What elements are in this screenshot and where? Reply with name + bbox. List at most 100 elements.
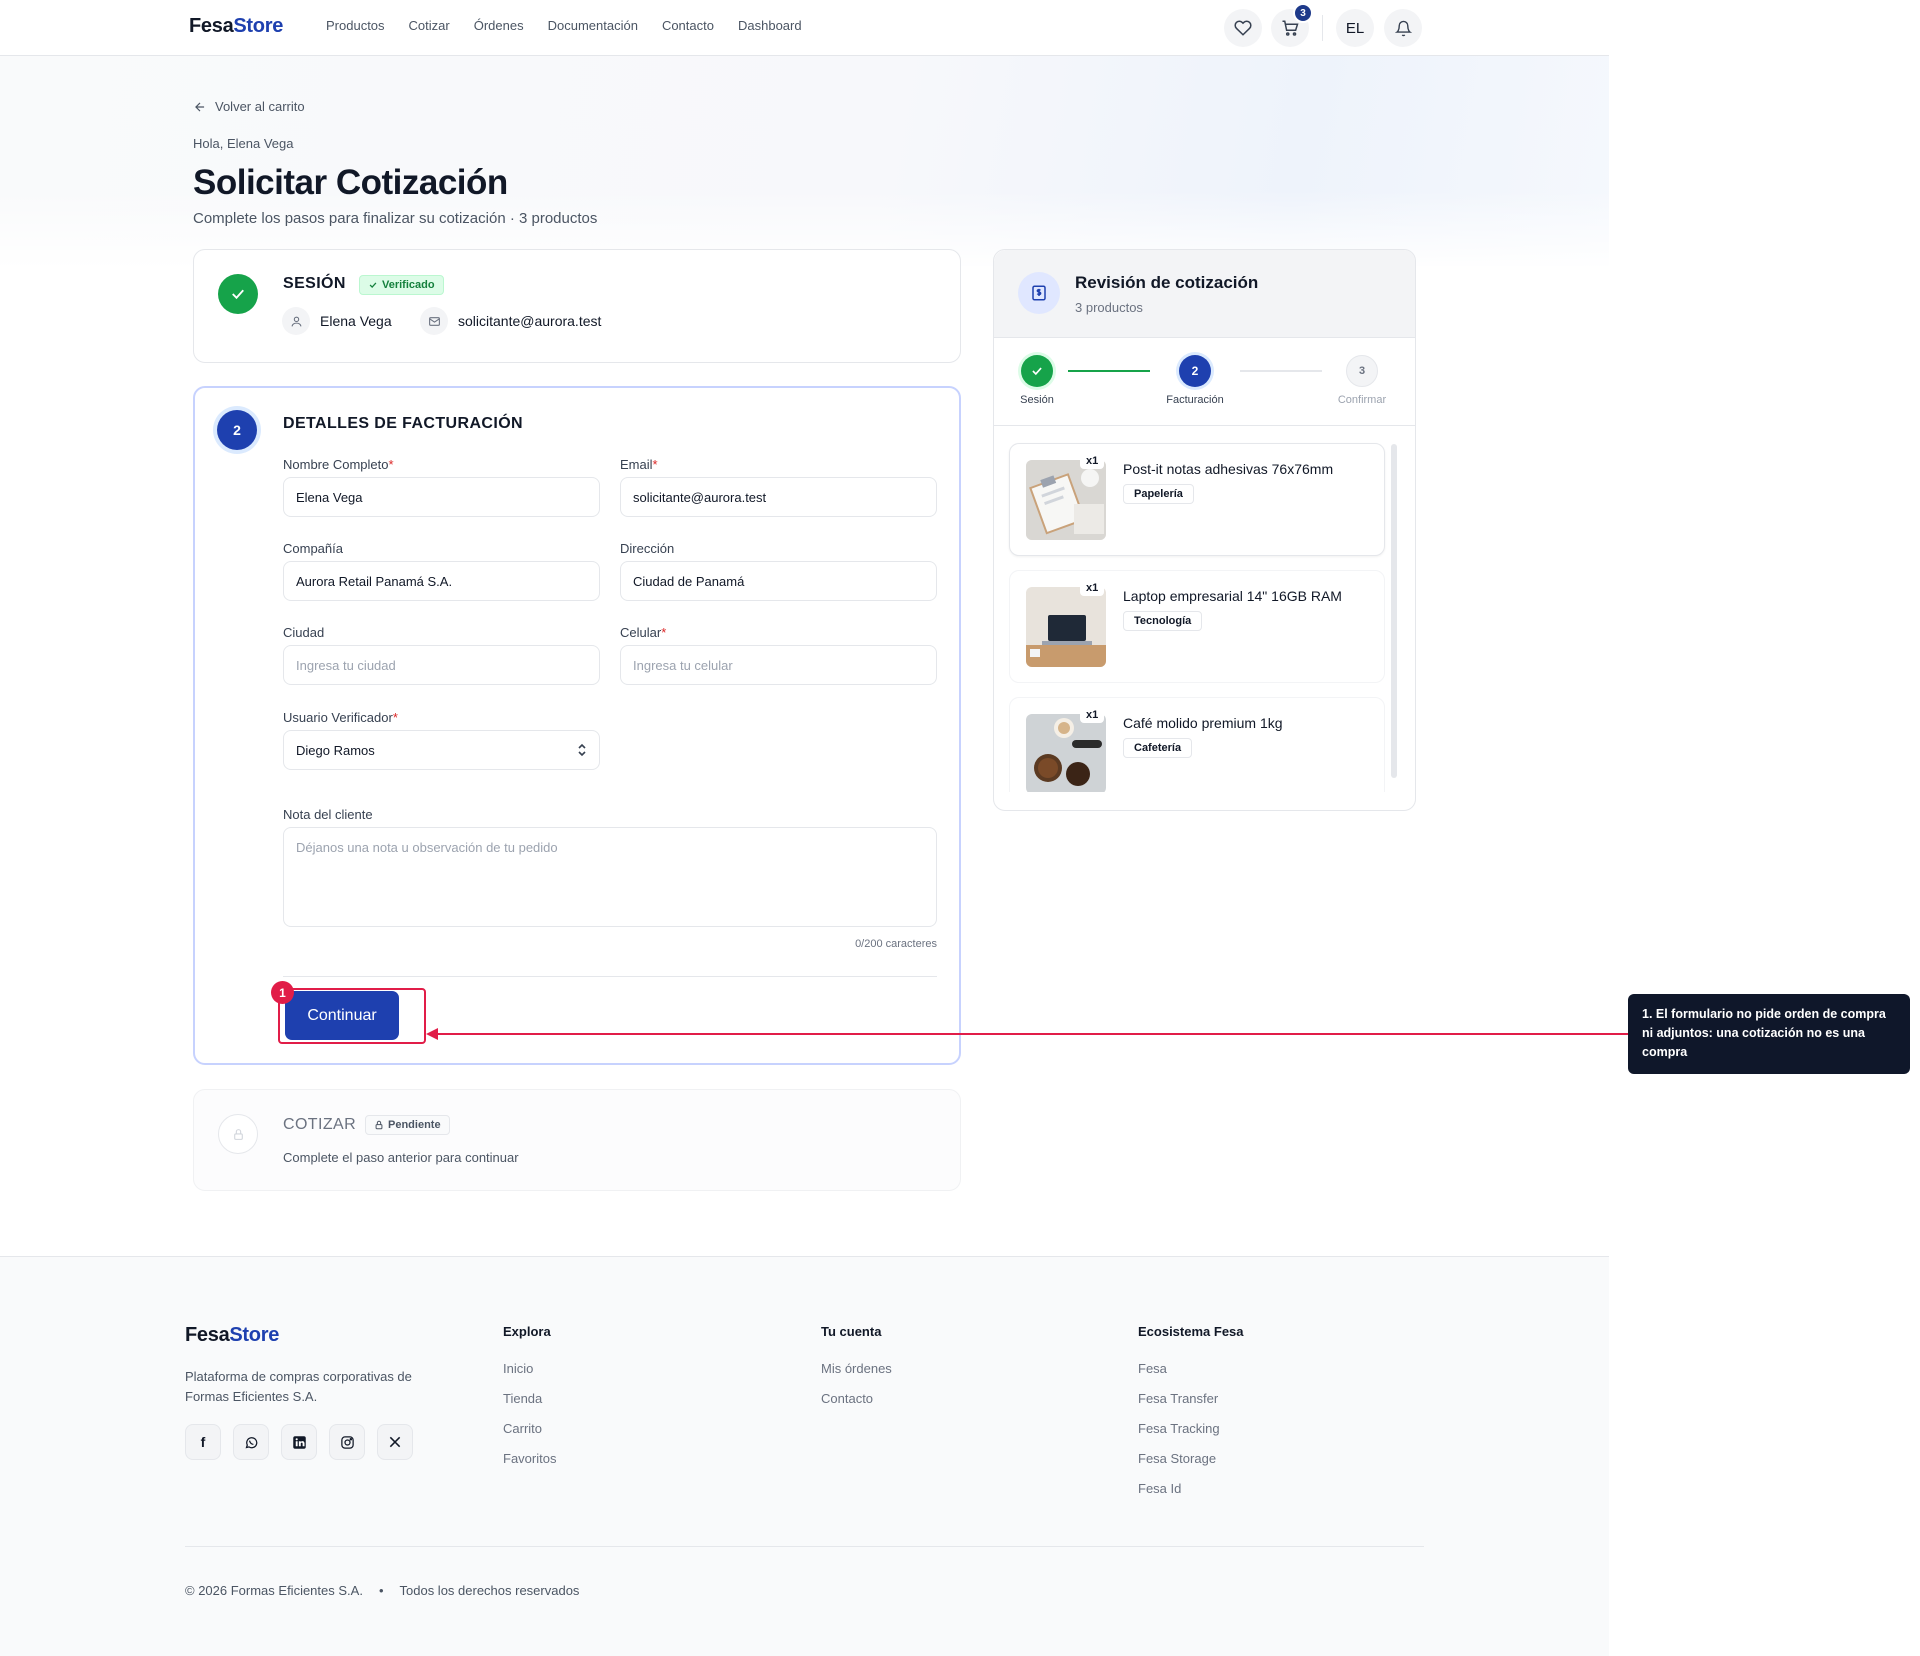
footer-link-favoritos[interactable]: Favoritos bbox=[503, 1451, 556, 1466]
footer-col-explora-title: Explora bbox=[503, 1324, 551, 1339]
check-icon bbox=[232, 289, 244, 300]
footer-link-carrito[interactable]: Carrito bbox=[503, 1421, 542, 1436]
mail-icon bbox=[420, 307, 448, 335]
step-complete-indicator bbox=[218, 274, 258, 314]
instagram-icon[interactable] bbox=[329, 1424, 365, 1460]
company-label: Compañía bbox=[283, 541, 343, 556]
product-item: x1 Café molido premium 1kg Cafetería bbox=[1009, 697, 1385, 792]
annotation-marker: 1 bbox=[271, 981, 294, 1004]
verified-badge: Verificado bbox=[359, 275, 444, 295]
footer-link-fesa-id[interactable]: Fesa Id bbox=[1138, 1481, 1181, 1496]
footer-link-fesa-tracking[interactable]: Fesa Tracking bbox=[1138, 1421, 1220, 1436]
name-label: Nombre Completo* bbox=[283, 457, 394, 472]
nav-contacto[interactable]: Contacto bbox=[662, 18, 714, 33]
stepper-step-3: 3 bbox=[1346, 355, 1378, 387]
product-item: x1 Laptop empresarial 14" 16GB RAM Tecno… bbox=[1009, 570, 1385, 683]
session-user: Elena Vega bbox=[282, 307, 392, 335]
footer-link-inicio[interactable]: Inicio bbox=[503, 1361, 533, 1376]
page-title: Solicitar Cotización bbox=[193, 163, 508, 202]
lock-icon bbox=[233, 1128, 243, 1140]
billing-title: DETALLES DE FACTURACIÓN bbox=[283, 415, 524, 432]
phone-input[interactable] bbox=[620, 645, 937, 685]
product-name: Café molido premium 1kg bbox=[1123, 715, 1283, 731]
city-input[interactable] bbox=[283, 645, 600, 685]
review-title: Revisión de cotización bbox=[1075, 273, 1259, 292]
product-image-coffee bbox=[1026, 714, 1106, 792]
footer-divider bbox=[185, 1546, 1424, 1547]
review-subtitle: 3 productos bbox=[1075, 300, 1143, 315]
nav-productos[interactable]: Productos bbox=[326, 18, 385, 33]
greeting: Hola, Elena Vega bbox=[193, 136, 294, 151]
footer-link-contacto[interactable]: Contacto bbox=[821, 1391, 873, 1406]
stepper-label-1: Sesión bbox=[1020, 394, 1054, 406]
customer-note-textarea[interactable] bbox=[283, 827, 937, 927]
logo[interactable]: FesaStore bbox=[189, 15, 283, 38]
product-list[interactable]: x1 Post-it notas adhesivas 76x76mm Papel… bbox=[994, 426, 1415, 792]
top-navbar: FesaStore Productos Cotizar Órdenes Docu… bbox=[0, 0, 1609, 56]
footer-link-fesa[interactable]: Fesa bbox=[1138, 1361, 1167, 1376]
city-label: Ciudad bbox=[283, 625, 325, 640]
company-input[interactable] bbox=[283, 561, 600, 601]
avatar[interactable]: EL bbox=[1336, 9, 1374, 47]
chevron-updown-icon bbox=[578, 743, 586, 757]
annotation-connector bbox=[436, 1033, 1628, 1035]
heart-icon bbox=[1234, 20, 1252, 36]
footer-link-fesa-transfer[interactable]: Fesa Transfer bbox=[1138, 1391, 1218, 1406]
session-email: solicitante@aurora.test bbox=[420, 307, 601, 335]
product-image-laptop bbox=[1026, 587, 1106, 667]
nav-ordenes[interactable]: Órdenes bbox=[474, 18, 524, 33]
note-char-counter: 0/200 caracteres bbox=[855, 938, 937, 950]
email-input[interactable] bbox=[620, 477, 937, 517]
quote-description: Complete el paso anterior para continuar bbox=[283, 1150, 519, 1165]
page-subtitle: Complete los pasos para finalizar su cot… bbox=[193, 210, 598, 227]
bell-icon bbox=[1394, 20, 1412, 36]
nav-documentacion[interactable]: Documentación bbox=[548, 18, 638, 33]
back-to-cart-link[interactable]: Volver al carrito bbox=[193, 99, 305, 114]
address-label: Dirección bbox=[620, 541, 675, 556]
product-list-scrollbar[interactable] bbox=[1391, 444, 1397, 778]
nav-cotizar[interactable]: Cotizar bbox=[409, 18, 450, 33]
favorites-button[interactable] bbox=[1224, 9, 1262, 47]
main-nav: Productos Cotizar Órdenes Documentación … bbox=[326, 18, 802, 33]
linkedin-icon[interactable] bbox=[281, 1424, 317, 1460]
footer-link-tienda[interactable]: Tienda bbox=[503, 1391, 542, 1406]
whatsapp-icon[interactable] bbox=[233, 1424, 269, 1460]
quote-title: COTIZAR bbox=[283, 1116, 357, 1133]
pending-badge: Pendiente bbox=[365, 1115, 450, 1135]
address-input[interactable] bbox=[620, 561, 937, 601]
facebook-icon[interactable]: f bbox=[185, 1424, 221, 1460]
annotation-arrowhead-icon bbox=[426, 1028, 438, 1040]
verifier-select[interactable]: Diego Ramos bbox=[283, 730, 600, 770]
footer-logo[interactable]: FesaStore bbox=[185, 1324, 279, 1347]
footer-col-cuenta-title: Tu cuenta bbox=[821, 1324, 882, 1339]
billing-card: 2 DETALLES DE FACTURACIÓN Nombre Complet… bbox=[193, 386, 961, 1065]
stepper-step-2: 2 bbox=[1179, 355, 1211, 387]
phone-label: Celular* bbox=[620, 625, 667, 640]
page: FesaStore Productos Cotizar Órdenes Docu… bbox=[0, 0, 1609, 1656]
full-name-input[interactable] bbox=[283, 477, 600, 517]
notifications-button[interactable] bbox=[1384, 9, 1422, 47]
note-label: Nota del cliente bbox=[283, 807, 373, 822]
category-tag: Papelería bbox=[1123, 484, 1194, 504]
footer-link-fesa-storage[interactable]: Fesa Storage bbox=[1138, 1451, 1216, 1466]
annotation-highlight-box bbox=[278, 988, 426, 1044]
lock-icon bbox=[375, 1120, 383, 1130]
cart-button[interactable]: 3 bbox=[1271, 3, 1313, 47]
stepper-label-2: Facturación bbox=[1166, 394, 1224, 406]
quantity-badge: x1 bbox=[1080, 580, 1105, 596]
quantity-badge: x1 bbox=[1080, 707, 1105, 723]
stepper-connector-done bbox=[1068, 370, 1150, 372]
email-label: Email* bbox=[620, 457, 658, 472]
footer-link-mis-ordenes[interactable]: Mis órdenes bbox=[821, 1361, 892, 1376]
cart-icon bbox=[1282, 20, 1299, 36]
divider bbox=[283, 976, 937, 977]
product-image-postit bbox=[1026, 460, 1106, 540]
stepper-label-3: Confirmar bbox=[1337, 394, 1387, 406]
footer-col-ecosistema-title: Ecosistema Fesa bbox=[1138, 1324, 1244, 1339]
x-twitter-icon[interactable] bbox=[377, 1424, 413, 1460]
nav-dashboard[interactable]: Dashboard bbox=[738, 18, 802, 33]
cart-count-badge: 3 bbox=[1293, 3, 1313, 23]
step-locked-indicator bbox=[218, 1114, 258, 1154]
category-tag: Tecnología bbox=[1123, 611, 1203, 631]
quantity-badge: x1 bbox=[1080, 453, 1105, 469]
